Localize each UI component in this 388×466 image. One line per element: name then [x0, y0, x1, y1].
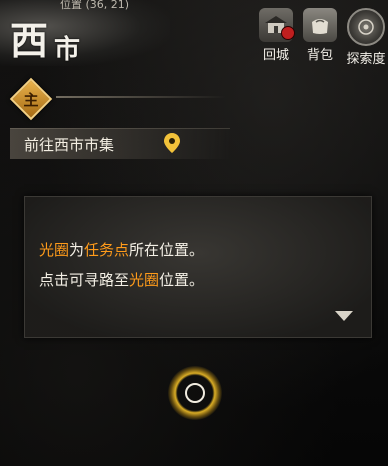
dialog-text-1a: 为 [69, 241, 85, 259]
dialog-line-2: 点击可寻路至光圈位置。 [39, 269, 204, 290]
main-quest-char: 主 [23, 90, 39, 109]
bag-label: 背包 [306, 48, 333, 63]
area-title-main: 西 [10, 18, 55, 63]
hl-ring-2: 光圈 [129, 271, 160, 289]
quest-divider [56, 96, 226, 98]
map-pin-icon[interactable] [163, 132, 181, 154]
hl-task-point: 任务点 [84, 241, 130, 259]
area-title: 西市 [10, 10, 86, 65]
return-city-icon [259, 8, 295, 42]
quest-target-bar[interactable]: 前往西市市集 [10, 128, 230, 159]
hl-ring-1: 光圈 [39, 241, 70, 259]
explore-label: 探索度 [346, 52, 386, 67]
dialog-text-2b: 位置。 [159, 271, 205, 289]
ring-center-icon [185, 383, 205, 403]
dialog-line-1: 光圈为任务点所在位置。 [39, 239, 204, 260]
tutorial-dialog[interactable]: 光圈为任务点所在位置。 点击可寻路至光圈位置。 [24, 196, 372, 338]
area-title-sub: 市 [54, 35, 87, 65]
return-city-button[interactable]: 回城 [254, 8, 298, 63]
dialog-text-1b: 所在位置。 [129, 241, 205, 259]
quest-target-text: 前往西市市集 [24, 136, 115, 154]
dropdown-arrow-icon[interactable] [335, 311, 353, 321]
return-city-label: 回城 [262, 48, 289, 63]
dialog-text-2a: 点击可寻路至 [39, 271, 130, 289]
bag-button[interactable]: 背包 [298, 8, 342, 63]
explore-button[interactable]: 探索度 [344, 8, 388, 67]
explore-icon [347, 8, 385, 46]
bag-icon [303, 8, 337, 42]
notification-dot [281, 26, 295, 40]
position-coords: 位置 (36, 21) [60, 0, 130, 11]
